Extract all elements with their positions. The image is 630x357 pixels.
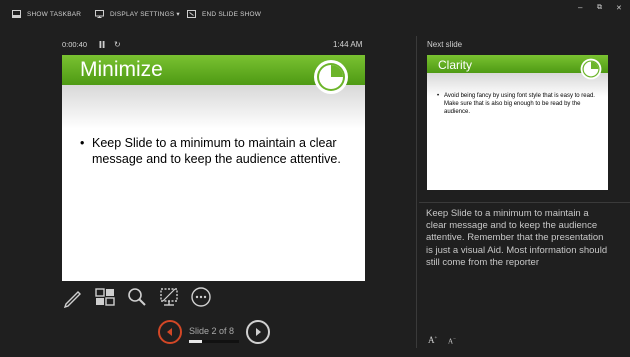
next-slide-title: Clarity: [438, 58, 473, 72]
close-window-button[interactable]: ✕: [616, 4, 622, 12]
display-settings-button[interactable]: DISPLAY SETTINGS ▾: [95, 8, 180, 20]
all-slides-icon[interactable]: [94, 286, 116, 308]
end-slide-show-button[interactable]: END SLIDE SHOW: [187, 8, 261, 20]
reset-icon[interactable]: ↻: [114, 40, 121, 49]
slide-progress-bar: [189, 340, 239, 343]
next-slide-bullet: Avoid being fancy by using font style th…: [437, 92, 602, 116]
elapsed-timer: 0:00:40: [62, 40, 88, 49]
restore-window-button[interactable]: ⧉: [597, 4, 602, 12]
increase-font-button[interactable]: A+: [428, 335, 437, 345]
current-time: 1:44 AM: [333, 40, 363, 49]
zoom-icon[interactable]: [126, 286, 148, 308]
slide-navigation: Slide 2 of 8: [158, 320, 278, 346]
pane-divider[interactable]: [416, 36, 417, 348]
end-slide-show-label: END SLIDE SHOW: [202, 10, 262, 18]
slide-bullet: Keep Slide to a minimum to maintain a cl…: [80, 135, 350, 167]
notes-divider[interactable]: [419, 202, 630, 203]
pie-logo-icon: [580, 58, 602, 80]
display-icon: [95, 10, 104, 18]
decrease-font-button[interactable]: A−: [448, 337, 456, 345]
show-taskbar-button[interactable]: SHOW TASKBAR: [12, 8, 81, 20]
current-slide[interactable]: Minimize Keep Slide to a minimum to main…: [62, 55, 365, 281]
black-screen-icon[interactable]: [158, 286, 180, 308]
next-slide-preview[interactable]: Clarity Avoid being fancy by using font …: [427, 55, 608, 190]
speaker-notes[interactable]: Keep Slide to a minimum to maintain a cl…: [426, 208, 608, 269]
presenter-toolbar: SHOW TASKBAR DISPLAY SETTINGS ▾ END SLID…: [0, 0, 630, 26]
end-show-icon: [187, 10, 196, 18]
previous-arrow-icon: [167, 328, 172, 336]
display-settings-label: DISPLAY SETTINGS ▾: [110, 11, 180, 18]
slide-title: Minimize: [80, 58, 163, 81]
slide-counter[interactable]: Slide 2 of 8: [189, 326, 234, 336]
slide-tools: [62, 286, 222, 308]
pie-logo-icon: [314, 60, 348, 94]
show-taskbar-label: SHOW TASKBAR: [27, 10, 82, 18]
next-slide-button[interactable]: [246, 320, 270, 344]
slide-progress-fill: [189, 340, 202, 343]
previous-slide-button[interactable]: [158, 320, 182, 344]
more-options-icon[interactable]: [190, 286, 212, 308]
next-slide-label: Next slide: [427, 40, 463, 49]
minimize-window-button[interactable]: –: [578, 3, 582, 12]
taskbar-icon: [12, 10, 21, 18]
next-arrow-icon: [256, 328, 261, 336]
pause-icon[interactable]: [99, 41, 105, 48]
pen-icon[interactable]: [62, 286, 84, 308]
